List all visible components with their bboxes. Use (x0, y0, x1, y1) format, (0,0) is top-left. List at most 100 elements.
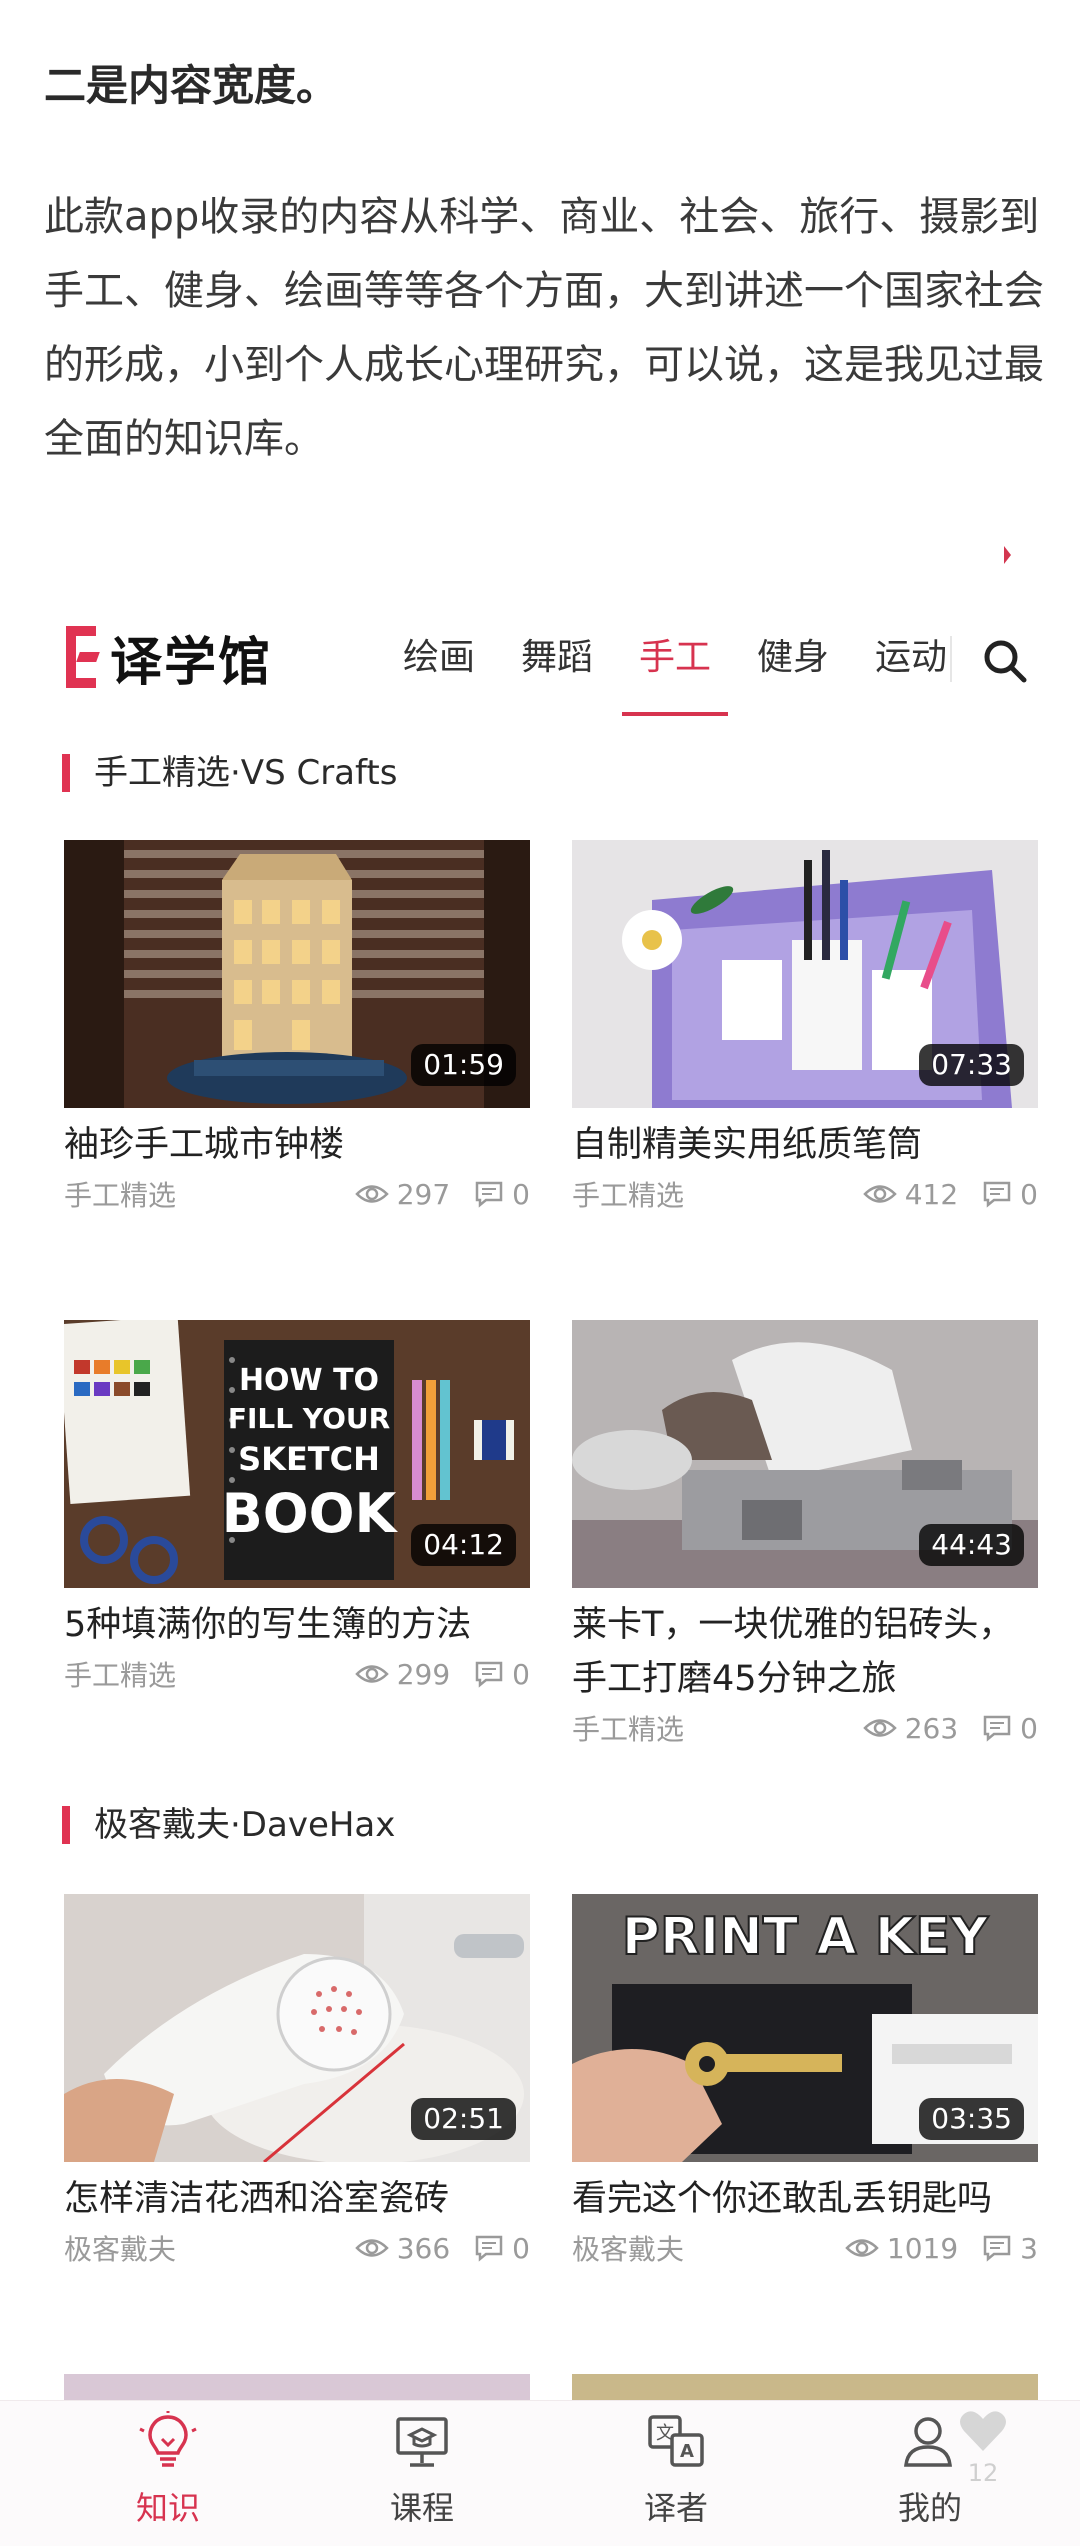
eye-icon (354, 1665, 389, 1683)
bottom-nav: 知识 课程 文 A 译者 我的 12 (0, 2400, 1080, 2546)
svg-text:A: A (680, 2441, 694, 2462)
comment-count: 0 (474, 2232, 530, 2265)
nav-translators[interactable]: 文 A 译者 (576, 2401, 776, 2546)
thumb-text-line: BOOK (222, 1482, 399, 1545)
video-duration: 01:59 (411, 1044, 516, 1086)
eye-icon (862, 1719, 897, 1737)
video-title[interactable]: 怎样清洁花洒和浴室瓷砖 (64, 2172, 530, 2226)
video-thumbnail[interactable]: 44:43 (572, 1320, 1038, 1588)
video-duration: 44:43 (919, 1524, 1024, 1566)
course-icon (396, 2417, 448, 2467)
video-thumbnail-partial[interactable] (572, 2374, 1038, 2400)
like-badge[interactable]: 12 (958, 2409, 1008, 2489)
video-duration: 07:33 (919, 1044, 1024, 1086)
video-source: 手工精选 (572, 1713, 685, 1746)
video-thumbnail[interactable]: 02:51 (64, 1894, 530, 2162)
eye-icon (862, 1185, 897, 1203)
tab-sports[interactable]: 运动 (852, 628, 970, 718)
translator-icon: 文 A (648, 2415, 704, 2467)
video-thumbnail[interactable]: 01:59 (64, 840, 530, 1108)
video-title[interactable]: 看完这个你还敢乱丢钥匙吗 (572, 2172, 1038, 2226)
view-count: 412 (862, 1178, 958, 1211)
svg-text:文: 文 (656, 2423, 674, 2444)
video-duration: 04:12 (411, 1524, 516, 1566)
video-meta: 手工精选 299 0 (64, 1652, 530, 1696)
video-card[interactable]: HOW TO FILL YOUR SKETCH BOOK 04:12 5种填满你… (64, 1320, 530, 1696)
logo-mark-icon (66, 626, 100, 688)
category-tabs: 绘画 舞蹈 手工 健身 运动 (380, 628, 970, 718)
video-thumbnail[interactable]: HOW TO FILL YOUR SKETCH BOOK 04:12 (64, 1320, 530, 1588)
heart-icon (960, 2411, 1006, 2451)
logo-text: 译学馆 (110, 632, 273, 693)
bulb-icon (139, 2411, 197, 2467)
video-card[interactable]: 01:59 袖珍手工城市钟楼 手工精选 297 0 (64, 840, 530, 1216)
eye-icon (845, 2239, 879, 2257)
app-logo: 译学馆 (66, 622, 273, 693)
video-duration: 02:51 (411, 2098, 516, 2140)
video-title[interactable]: 袖珍手工城市钟楼 (64, 1118, 530, 1172)
video-thumbnail[interactable]: PRINT A KEY 03:35 (572, 1894, 1038, 2162)
video-meta: 极客戴夫 1019 3 (572, 2226, 1038, 2270)
view-count: 297 (354, 1178, 450, 1211)
article-heading: 二是内容宽度。 (44, 61, 339, 110)
video-meta: 手工精选 297 0 (64, 1172, 530, 1216)
video-source: 手工精选 (64, 1179, 177, 1212)
tab-divider (950, 636, 952, 682)
nav-courses[interactable]: 课程 (322, 2401, 522, 2546)
eye-icon (354, 1185, 389, 1203)
nav-knowledge[interactable]: 知识 (68, 2401, 268, 2546)
video-source: 极客戴夫 (64, 2233, 177, 2266)
video-card[interactable]: 44:43 莱卡T，一块优雅的铝砖头，手工打磨45分钟之旅 手工精选 263 0 (572, 1320, 1038, 1750)
tab-crafts[interactable]: 手工 (616, 628, 734, 718)
nav-label: 我的 (897, 2489, 962, 2527)
app-screenshot: 译学馆 绘画 舞蹈 手工 健身 运动 手工精选·VS Crafts 01:59 … (0, 578, 1080, 2546)
red-marker (1004, 546, 1011, 564)
video-meta: 手工精选 263 0 (572, 1706, 1038, 1750)
search-icon[interactable] (978, 634, 1034, 690)
video-thumbnail-partial[interactable] (64, 2374, 530, 2400)
section-title-davehax[interactable]: 极客戴夫·DaveHax (62, 1804, 395, 1846)
comment-icon (475, 1181, 503, 1208)
video-duration: 03:35 (919, 2098, 1024, 2140)
thumb-text-line: HOW TO (239, 1363, 379, 1398)
video-meta: 极客戴夫 366 0 (64, 2226, 530, 2270)
article-paragraph: 此款app收录的内容从科学、商业、社会、旅行、摄影到手工、健身、绘画等等各个方面… (44, 194, 1044, 462)
view-count: 299 (354, 1658, 450, 1691)
comment-count: 0 (474, 1658, 530, 1691)
like-count: 12 (967, 2459, 999, 2487)
thumb-text-line: FILL YOUR (228, 1402, 390, 1435)
section-title-vs-crafts[interactable]: 手工精选·VS Crafts (62, 752, 397, 794)
comment-count: 0 (474, 1178, 530, 1211)
tab-fitness[interactable]: 健身 (734, 628, 852, 718)
comment-icon (983, 1715, 1011, 1742)
comment-icon (475, 2235, 503, 2262)
video-card[interactable]: PRINT A KEY 03:35 看完这个你还敢乱丢钥匙吗 极客戴夫 1019… (572, 1894, 1038, 2270)
comment-count: 0 (982, 1712, 1038, 1745)
video-source: 手工精选 (64, 1659, 177, 1692)
view-count: 263 (862, 1712, 958, 1745)
view-count: 366 (354, 2232, 450, 2265)
video-source: 手工精选 (572, 1179, 685, 1212)
eye-icon (354, 2239, 389, 2257)
user-icon (904, 2417, 952, 2467)
tab-dance[interactable]: 舞蹈 (498, 628, 616, 718)
app-header: 译学馆 绘画 舞蹈 手工 健身 运动 (0, 578, 1080, 718)
thumb-text-line: SKETCH (238, 1440, 380, 1478)
video-title[interactable]: 5种填满你的写生簿的方法 (64, 1598, 530, 1652)
view-count: 1019 (845, 2232, 958, 2265)
nav-label: 译者 (643, 2489, 708, 2527)
nav-label: 课程 (389, 2489, 454, 2527)
comment-icon (983, 1181, 1011, 1208)
nav-label: 知识 (135, 2489, 200, 2527)
video-source: 极客戴夫 (572, 2233, 685, 2266)
video-meta: 手工精选 412 0 (572, 1172, 1038, 1216)
thumb-text-line: PRINT A KEY (622, 1907, 990, 1967)
video-thumbnail[interactable]: 07:33 (572, 840, 1038, 1108)
comment-icon (983, 2235, 1011, 2262)
comment-count: 0 (982, 1178, 1038, 1211)
video-card[interactable]: 02:51 怎样清洁花洒和浴室瓷砖 极客戴夫 366 0 (64, 1894, 530, 2270)
video-card[interactable]: 07:33 自制精美实用纸质笔筒 手工精选 412 0 (572, 840, 1038, 1216)
tab-painting[interactable]: 绘画 (380, 628, 498, 718)
video-title[interactable]: 自制精美实用纸质笔筒 (572, 1118, 1038, 1172)
video-title[interactable]: 莱卡T，一块优雅的铝砖头，手工打磨45分钟之旅 (572, 1598, 1038, 1706)
